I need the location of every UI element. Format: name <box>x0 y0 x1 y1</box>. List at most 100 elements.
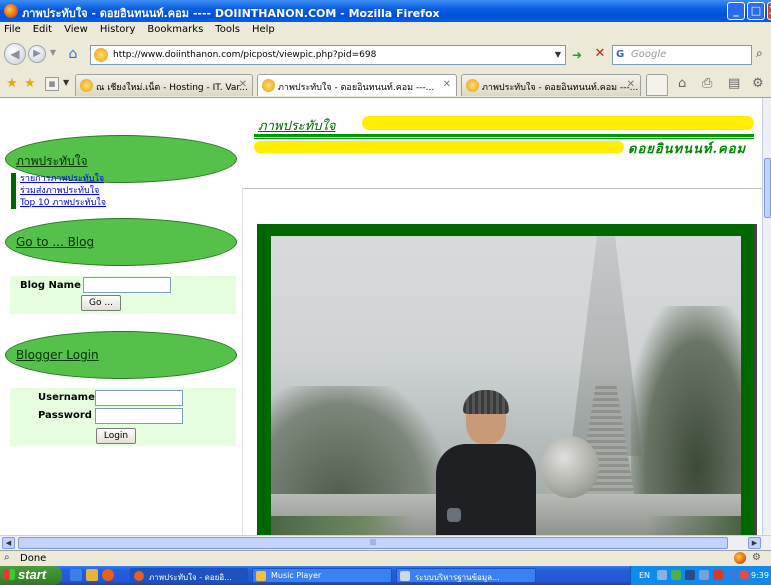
forward-button[interactable]: ▶ <box>28 45 46 63</box>
tab-1-label: ณ เชียงใหม่.เน็ต - Hosting - IT. Var... <box>96 83 248 93</box>
section-blog-title: Go to ... Blog <box>16 235 95 249</box>
home-icon[interactable]: ⌂ <box>64 46 82 62</box>
menu-edit[interactable]: Edit <box>27 22 58 35</box>
maximize-button[interactable]: □ <box>747 2 765 20</box>
bookmarks-icon[interactable]: ★ <box>24 76 36 91</box>
section-pictures-link[interactable]: ภาพประทับใจ <box>16 152 87 171</box>
bookmark-star-icon[interactable]: ★ <box>6 76 18 91</box>
sidebar-section-login: Blogger Login <box>5 331 237 379</box>
start-button[interactable]: start <box>0 566 62 585</box>
page-header: ภาพประทับใจ ดอยอินทนนท์.คอม <box>254 112 758 172</box>
tray-k-icon[interactable] <box>727 570 737 580</box>
tab-2[interactable]: ภาพประทับใจ - ดอยอินทนนท์.คอม ---... ✕ <box>257 74 457 96</box>
menu-file[interactable]: File <box>0 22 27 35</box>
search-status-icon: ⌕ <box>4 552 10 563</box>
page-icon[interactable]: ▤ <box>728 76 740 91</box>
window-title: ภาพประทับใจ - ดอยอินทนนท์.คอม ---- DOIIN… <box>22 7 440 20</box>
language-indicator[interactable]: EN <box>639 571 650 580</box>
vertical-scrollbar[interactable] <box>762 98 771 535</box>
back-button[interactable]: ◀ <box>4 43 26 65</box>
sidebar-link-list[interactable]: รายการภาพประทับใจ <box>20 173 106 185</box>
firefox-window: ภาพประทับใจ - ดอยอินทนนท์.คอม ---- DOIIN… <box>0 0 771 585</box>
username-input[interactable] <box>95 390 183 406</box>
taskbar-music-label: Music Player <box>271 571 322 580</box>
search-magnifier-icon[interactable]: ⌕ <box>756 46 763 61</box>
status-settings-icon[interactable]: ⚙ <box>752 552 761 563</box>
close-button[interactable]: X <box>767 2 771 20</box>
tab-bar: ★ ★ ▦ ▼ ณ เชียงใหม่.เน็ต - Hosting - IT.… <box>0 70 771 98</box>
tab-favicon-icon <box>466 79 479 92</box>
tray-grid-icon[interactable] <box>685 570 695 580</box>
header-yellow-bar-top <box>362 116 754 130</box>
photo-frame <box>257 224 757 535</box>
tab-list-dropdown-icon[interactable]: ▼ <box>63 78 69 87</box>
menu-history[interactable]: History <box>94 22 142 35</box>
sidebar: ภาพประทับใจ รายการภาพประทับใจ ร่วมส่งภาพ… <box>0 98 240 535</box>
print-icon[interactable]: ⎙ <box>702 76 712 91</box>
scroll-right-icon[interactable]: ▶ <box>748 537 761 549</box>
tray-network-icon[interactable] <box>657 570 667 580</box>
tab-close-icon[interactable]: ✕ <box>239 79 247 90</box>
blog-goto-form: Blog Name : Go ... <box>10 276 236 314</box>
explorer-quicklaunch-icon[interactable] <box>86 569 98 581</box>
vertical-scroll-thumb[interactable] <box>764 158 771 218</box>
sidebar-link-submit[interactable]: ร่วมส่งภาพประทับใจ <box>20 185 106 197</box>
photo-stone-sphere <box>541 436 599 498</box>
feed-icon[interactable]: ⌂ <box>678 76 686 91</box>
menu-help[interactable]: Help <box>246 22 281 35</box>
url-text: http://www.doiinthanon.com/picpost/viewp… <box>113 50 377 60</box>
login-button[interactable]: Login <box>96 428 136 444</box>
tray-app-icon[interactable] <box>671 570 681 580</box>
firefox-task-icon <box>134 571 144 581</box>
ie-quicklaunch-icon[interactable] <box>70 569 82 581</box>
menu-tools[interactable]: Tools <box>209 22 246 35</box>
tools-gear-icon[interactable]: ⚙ <box>752 76 764 91</box>
tab-1[interactable]: ณ เชียงใหม่.เน็ต - Hosting - IT. Var... … <box>75 74 253 96</box>
taskbar-database[interactable]: ระบบบริหารฐานข้อมูล... <box>396 568 536 583</box>
history-dropdown-icon[interactable]: ▼ <box>48 48 58 58</box>
taskbar-firefox-label: ภาพประทับใจ - ดอยอิ... <box>149 573 232 582</box>
tab-close-icon[interactable]: ✕ <box>443 79 451 90</box>
page-title[interactable]: ภาพประทับใจ <box>258 115 335 136</box>
tab-3[interactable]: ภาพประทับใจ - ดอยอินทนนท์.คอม ---... ✕ <box>461 74 641 96</box>
sidebar-link-top10[interactable]: Top 10 ภาพประทับใจ <box>20 197 106 209</box>
page-viewport: ภาพประทับใจ รายการภาพประทับใจ ร่วมส่งภาพ… <box>0 98 762 535</box>
stop-icon[interactable]: ✕ <box>592 46 608 62</box>
addon-icon[interactable] <box>734 552 746 564</box>
featured-photo[interactable] <box>271 236 741 535</box>
search-placeholder: Google <box>631 49 667 60</box>
tray-monitor-icon[interactable] <box>699 570 709 580</box>
username-label: Username : <box>38 392 103 403</box>
url-dropdown-icon[interactable]: ▼ <box>555 50 561 59</box>
site-favicon-icon <box>94 48 108 62</box>
password-input[interactable] <box>95 408 183 424</box>
start-label: start <box>18 567 47 582</box>
search-box[interactable]: G Google <box>612 45 752 65</box>
minimize-button[interactable]: _ <box>727 2 745 20</box>
horizontal-scroll-thumb[interactable]: ||| <box>18 537 728 549</box>
scroll-left-icon[interactable]: ◀ <box>2 537 15 549</box>
tray-t-icon[interactable] <box>713 570 723 580</box>
tab-close-icon[interactable]: ✕ <box>627 79 635 90</box>
taskbar-music-player[interactable]: Music Player <box>252 568 392 583</box>
new-tab-button[interactable] <box>646 74 668 96</box>
address-bar[interactable]: http://www.doiinthanon.com/picpost/viewp… <box>90 45 566 65</box>
status-bar: ⌕ Done ⚙ <box>0 550 771 566</box>
menu-view[interactable]: View <box>58 22 94 35</box>
tab-favicon-icon <box>80 79 93 92</box>
site-name: ดอยอินทนนท์.คอม <box>628 142 747 157</box>
horizontal-scrollbar[interactable]: ◀ ||| ▶ <box>0 535 771 550</box>
clock: 9:39 <box>751 571 769 580</box>
google-icon: G <box>616 49 625 60</box>
login-form: Username : Password : Login <box>10 388 236 446</box>
blog-name-input[interactable] <box>83 277 171 293</box>
go-button[interactable]: Go ... <box>81 295 121 311</box>
taskbar-firefox[interactable]: ภาพประทับใจ - ดอยอิ... <box>130 568 248 583</box>
menu-bar: File Edit View History Bookmarks Tools Help <box>0 22 771 40</box>
tab-list-icon[interactable]: ▦ <box>45 77 59 91</box>
go-arrow-icon[interactable]: ➜ <box>572 48 582 62</box>
menu-bookmarks[interactable]: Bookmarks <box>141 22 209 35</box>
tray-antivirus-icon[interactable] <box>739 570 749 580</box>
status-text: Done <box>20 553 47 564</box>
firefox-quicklaunch-icon[interactable] <box>102 569 114 581</box>
